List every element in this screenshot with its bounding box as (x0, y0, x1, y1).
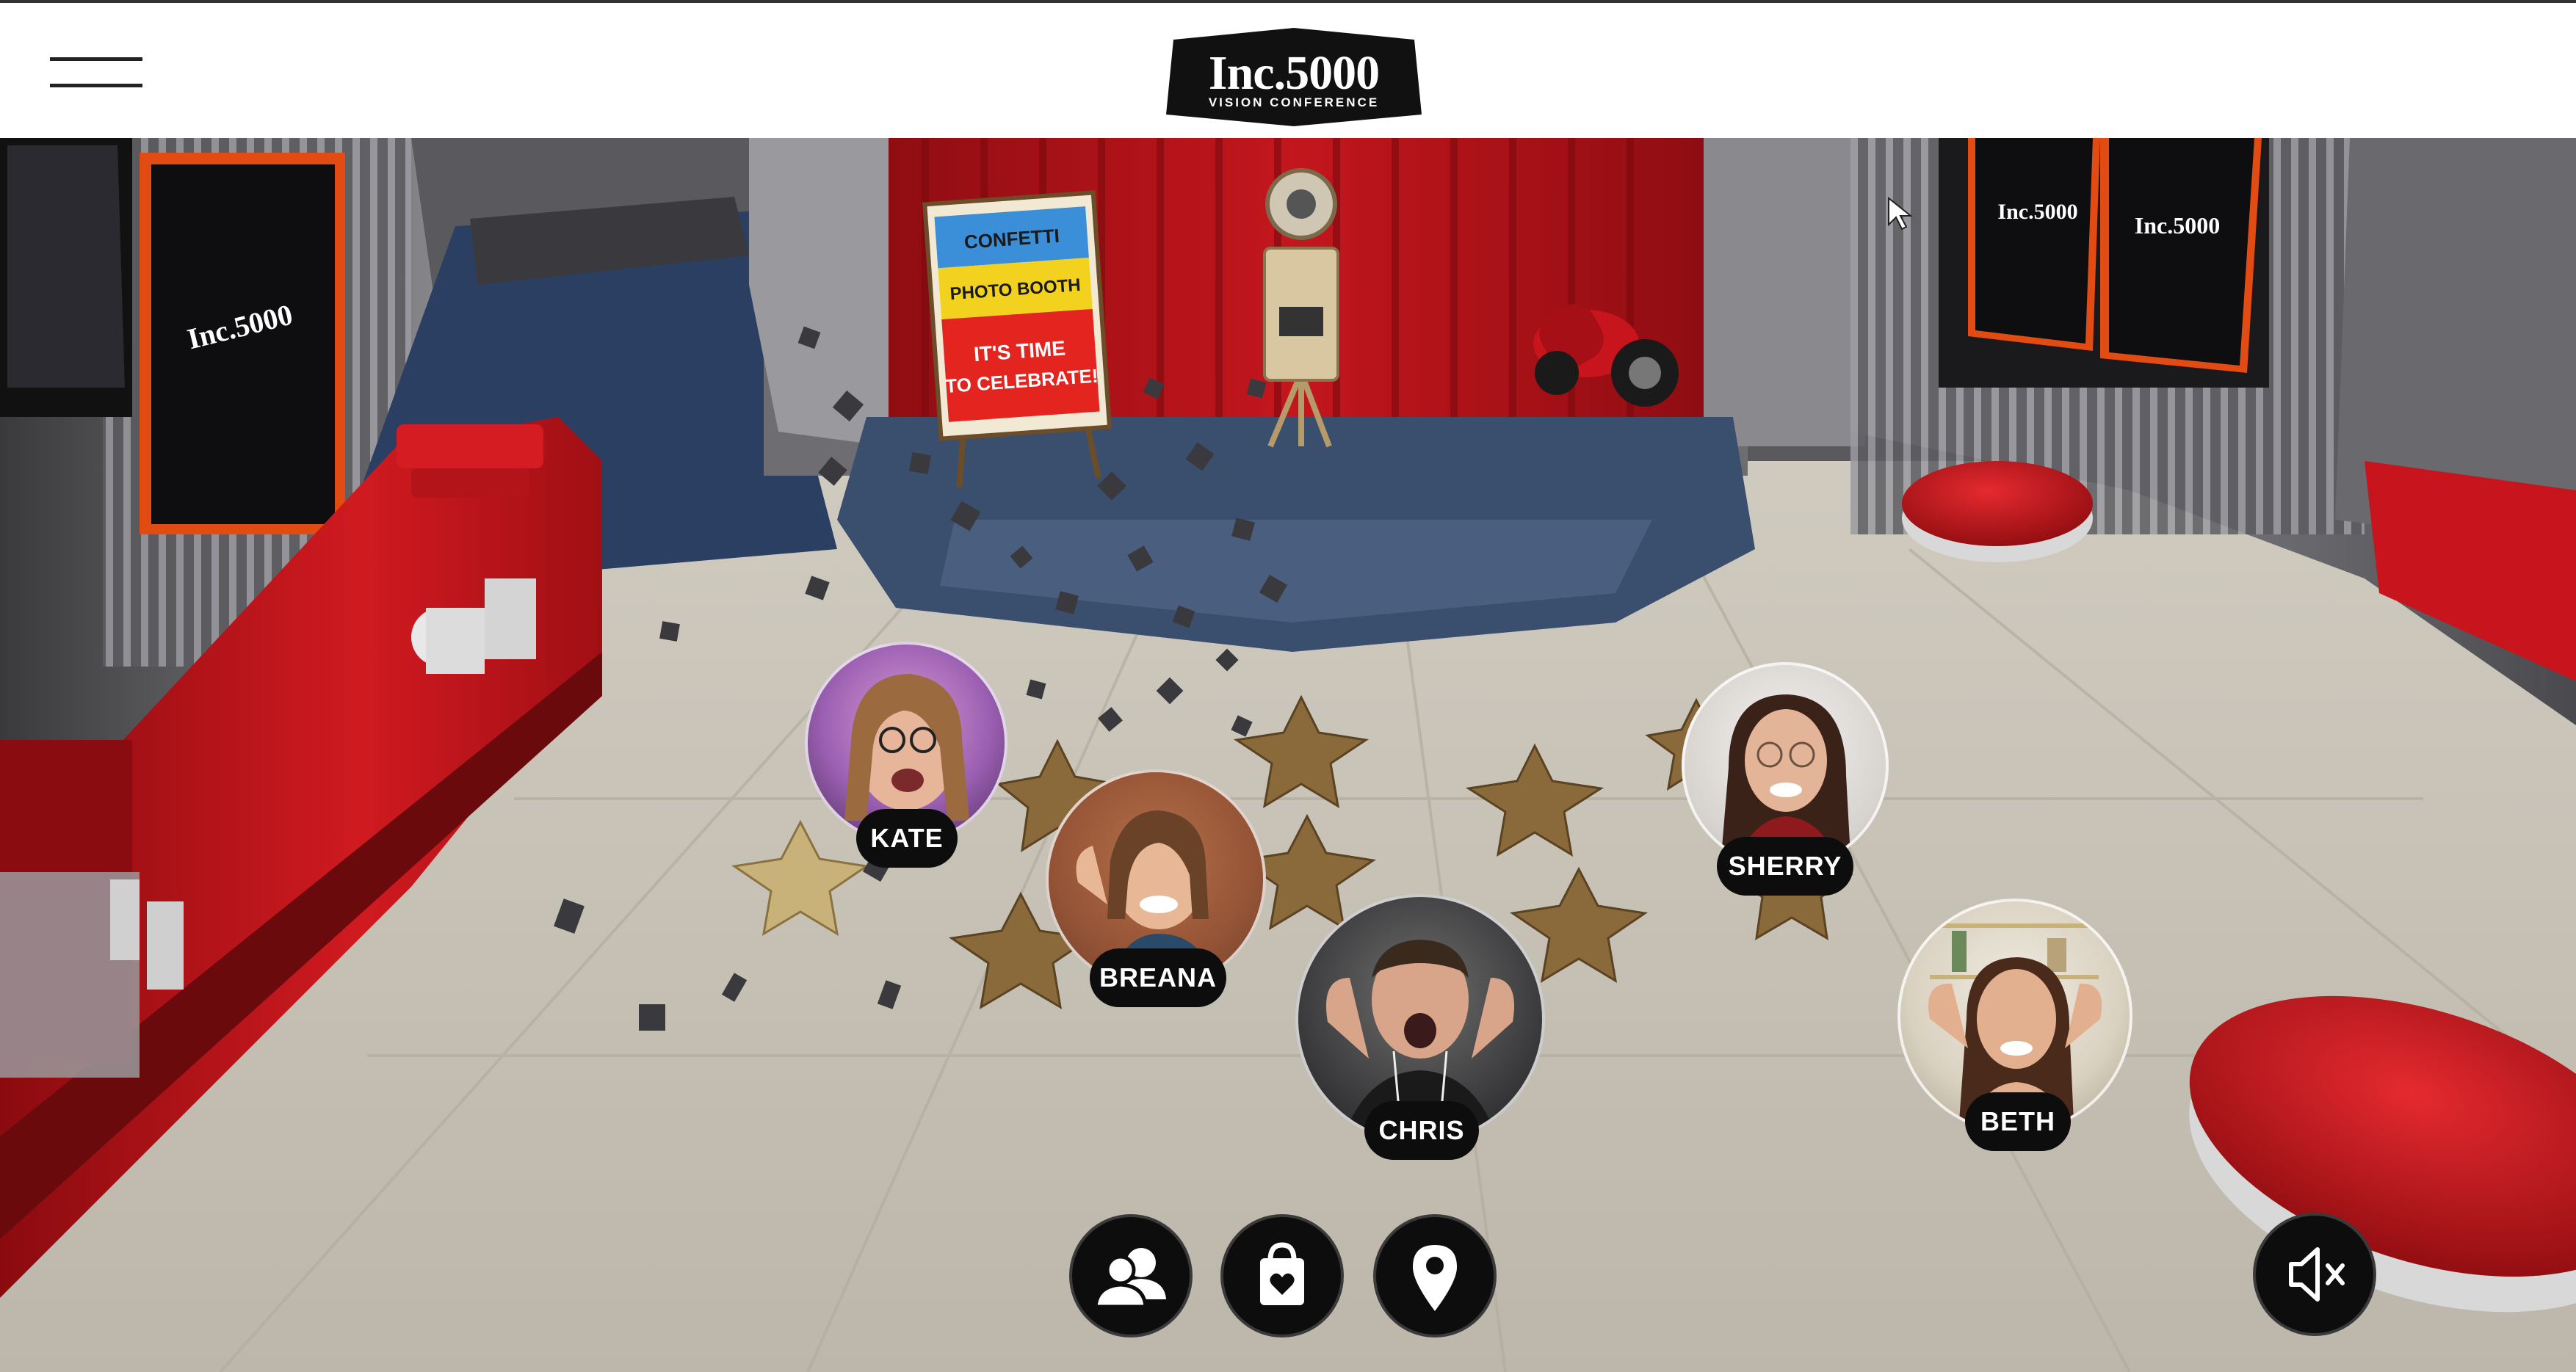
venue-background: Inc.5000 CONFETTI PHOTO BOOTH IT'S TIME … (0, 138, 2576, 1372)
attendee-name-label: SHERRY (1717, 837, 1853, 896)
menu-line (50, 84, 142, 87)
attendee-name-label: BREANA (1090, 948, 1226, 1007)
attendee-name-label: KATE (856, 809, 958, 868)
menu-line (50, 57, 142, 61)
logo-sub-text: VISION CONFERENCE (1208, 95, 1380, 109)
attendee-name-label: BETH (1965, 1092, 2071, 1151)
attendee-beth[interactable]: BETH (1897, 899, 2132, 1151)
attendee-name-label: CHRIS (1364, 1101, 1479, 1160)
speaker-muted-icon (2289, 1247, 2345, 1302)
avatar-video-frame (1721, 694, 1850, 866)
location-button[interactable] (1373, 1214, 1497, 1337)
people-icon (1093, 1248, 1166, 1309)
mouse-cursor-icon (1888, 197, 1913, 231)
attendee-chris[interactable]: CHRIS (1295, 894, 1545, 1160)
hamburger-menu-icon[interactable] (50, 54, 142, 91)
inc5000-logo: Inc.5000 VISION CONFERENCE (1166, 28, 1422, 126)
location-pin-icon (1413, 1245, 1457, 1311)
top-bar: Inc.5000 VISION CONFERENCE (0, 0, 2576, 138)
attendee-breana[interactable]: BREANA (1046, 769, 1266, 1007)
shopping-bag-heart-icon (1260, 1242, 1304, 1305)
right-screen-logo-1: Inc.5000 (1997, 200, 2077, 224)
attendee-sherry[interactable]: SHERRY (1682, 662, 1889, 896)
shop-button[interactable] (1220, 1214, 1344, 1337)
attendee-kate[interactable]: KATE (805, 642, 1007, 868)
mute-toggle-button[interactable] (2253, 1213, 2376, 1336)
people-button[interactable] (1069, 1214, 1193, 1337)
virtual-venue-scene: Inc.5000 CONFETTI PHOTO BOOTH IT'S TIME … (0, 138, 2576, 1372)
right-screen-logo-2: Inc.5000 (2135, 212, 2220, 239)
logo-main-text: Inc.5000 (1208, 46, 1380, 100)
